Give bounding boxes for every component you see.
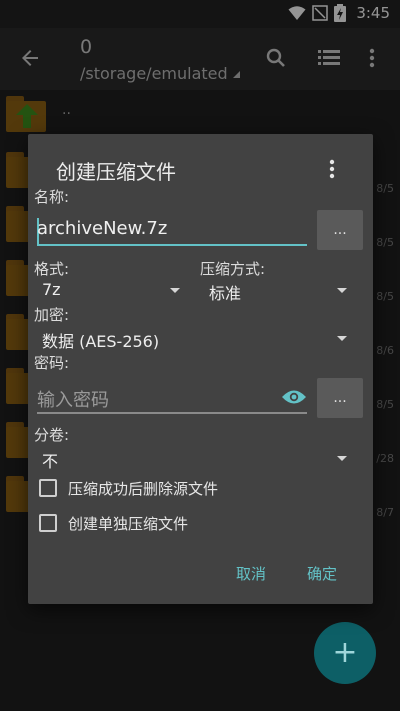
add-fab-button[interactable]: +: [314, 622, 376, 684]
encryption-dropdown-icon[interactable]: [337, 336, 347, 341]
browse-location-button[interactable]: ...: [317, 210, 363, 250]
name-label: 名称:: [34, 188, 70, 206]
separate-archive-label[interactable]: 创建单独压缩文件: [68, 513, 188, 534]
split-volume-select[interactable]: 不: [42, 448, 58, 472]
dialog-overflow-icon[interactable]: [328, 158, 336, 180]
delete-source-label[interactable]: 压缩成功后删除源文件: [68, 478, 218, 499]
archive-name-input[interactable]: archiveNew.7z: [37, 218, 167, 239]
plus-icon: +: [332, 635, 358, 670]
delete-source-checkbox[interactable]: [39, 479, 57, 497]
password-input[interactable]: 输入密码: [37, 386, 109, 412]
password-input-underline: [37, 412, 307, 414]
format-dropdown-icon[interactable]: [170, 288, 180, 293]
ok-button[interactable]: 确定: [307, 563, 337, 584]
split-volume-label: 分卷:: [34, 426, 70, 444]
format-label: 格式:: [34, 260, 70, 278]
dialog-title: 创建压缩文件: [56, 160, 176, 184]
encryption-select[interactable]: 数据 (AES-256): [42, 328, 159, 352]
password-options-button[interactable]: ...: [317, 378, 363, 418]
format-select[interactable]: 7z: [42, 280, 61, 299]
encryption-label: 加密:: [34, 306, 70, 324]
password-label: 密码:: [34, 354, 70, 372]
cancel-button[interactable]: 取消: [236, 563, 266, 584]
method-dropdown-icon[interactable]: [337, 288, 347, 293]
show-password-eye-icon[interactable]: [281, 388, 307, 406]
name-input-underline: [37, 244, 307, 246]
compression-method-label: 压缩方式:: [200, 260, 266, 278]
split-dropdown-icon[interactable]: [337, 456, 347, 461]
create-archive-dialog: 创建压缩文件 名称: archiveNew.7z ... 格式: 压缩方式: 7…: [28, 134, 373, 604]
compression-method-select[interactable]: 标准: [209, 280, 241, 304]
separate-archive-checkbox[interactable]: [39, 514, 57, 532]
